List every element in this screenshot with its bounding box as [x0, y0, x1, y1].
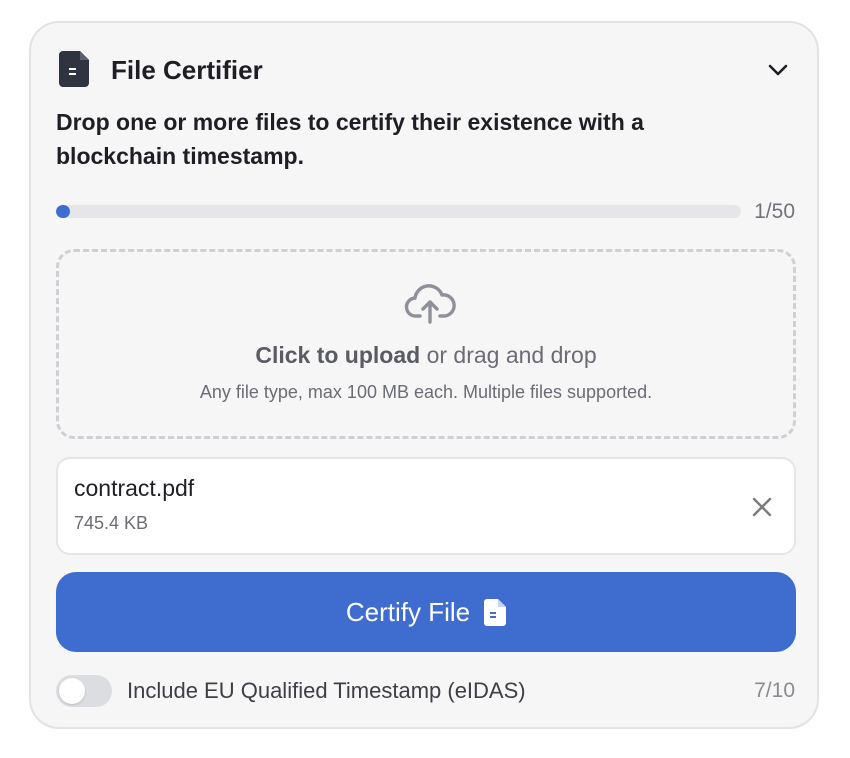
- upload-dropzone[interactable]: Click to upload or drag and drop Any fil…: [56, 249, 796, 439]
- document-icon: [59, 51, 89, 87]
- drag-drop-text: or drag and drop: [420, 342, 597, 368]
- click-to-upload-link[interactable]: Click to upload: [255, 342, 420, 368]
- progress-count: 1/50: [754, 200, 795, 223]
- file-size: 745.4 KB: [74, 513, 149, 533]
- progress-bar: [56, 205, 741, 218]
- eidas-count: 7/10: [754, 679, 795, 702]
- certify-file-button[interactable]: Certify File: [56, 572, 796, 652]
- eidas-toggle-label: Include EU Qualified Timestamp (eIDAS): [127, 678, 526, 703]
- card-header[interactable]: File Certifier: [59, 51, 791, 91]
- close-icon[interactable]: [750, 495, 774, 519]
- chevron-down-icon[interactable]: [765, 57, 791, 83]
- upload-hint: Any file type, max 100 MB each. Multiple…: [199, 382, 653, 402]
- progress-fill: [56, 205, 70, 218]
- toggle-knob: [59, 678, 85, 704]
- card-description: Drop one or more files to certify their …: [56, 109, 644, 169]
- document-icon: [484, 598, 507, 626]
- certify-button-label: Certify File: [345, 596, 471, 627]
- upload-instructions: Click to upload or drag and drop: [59, 342, 793, 369]
- file-name: contract.pdf: [74, 475, 195, 501]
- cloud-upload-icon: [404, 284, 456, 324]
- card-title: File Certifier: [111, 55, 263, 85]
- file-certifier-card: File Certifier Drop one or more files to…: [29, 21, 819, 729]
- file-list-item: contract.pdf 745.4 KB: [56, 457, 796, 555]
- eidas-toggle[interactable]: [56, 675, 112, 707]
